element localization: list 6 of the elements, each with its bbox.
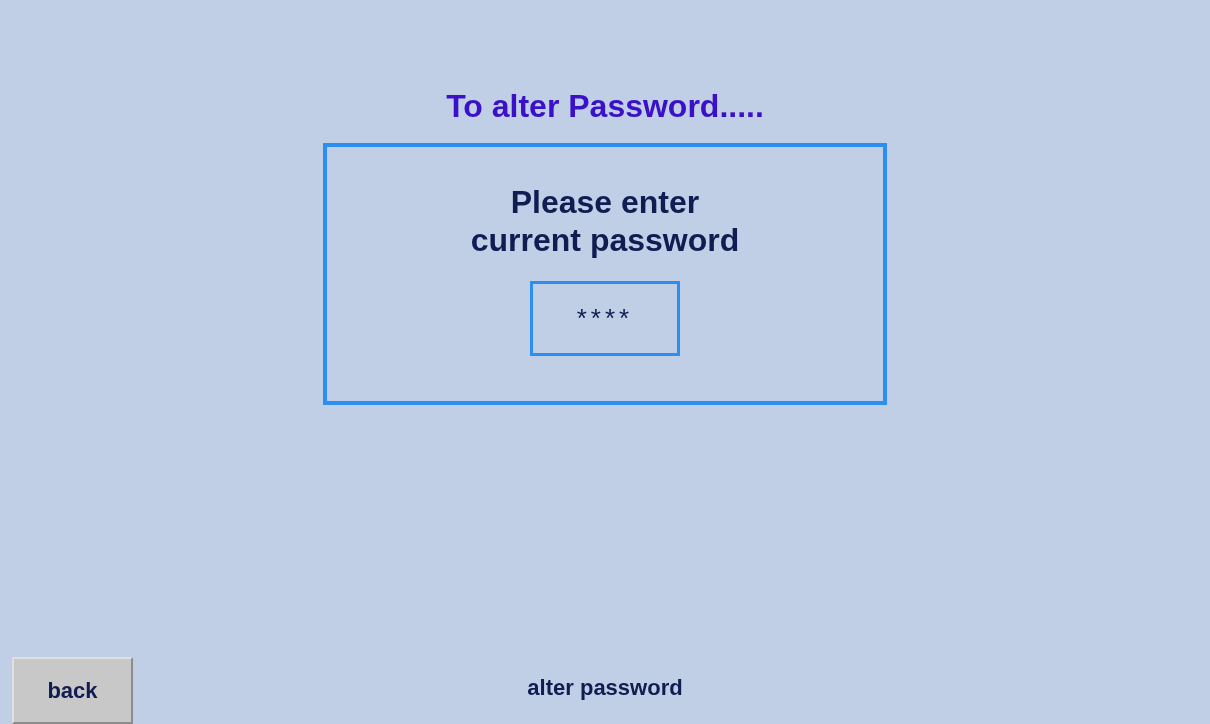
back-button[interactable]: back: [12, 657, 133, 724]
screen-name: alter password: [527, 675, 683, 701]
prompt-text: current password: [470, 221, 740, 259]
prompt-text: Please enter: [510, 183, 700, 221]
screen-title: To alter Password.....: [446, 88, 764, 125]
password-field[interactable]: ****: [530, 281, 680, 356]
